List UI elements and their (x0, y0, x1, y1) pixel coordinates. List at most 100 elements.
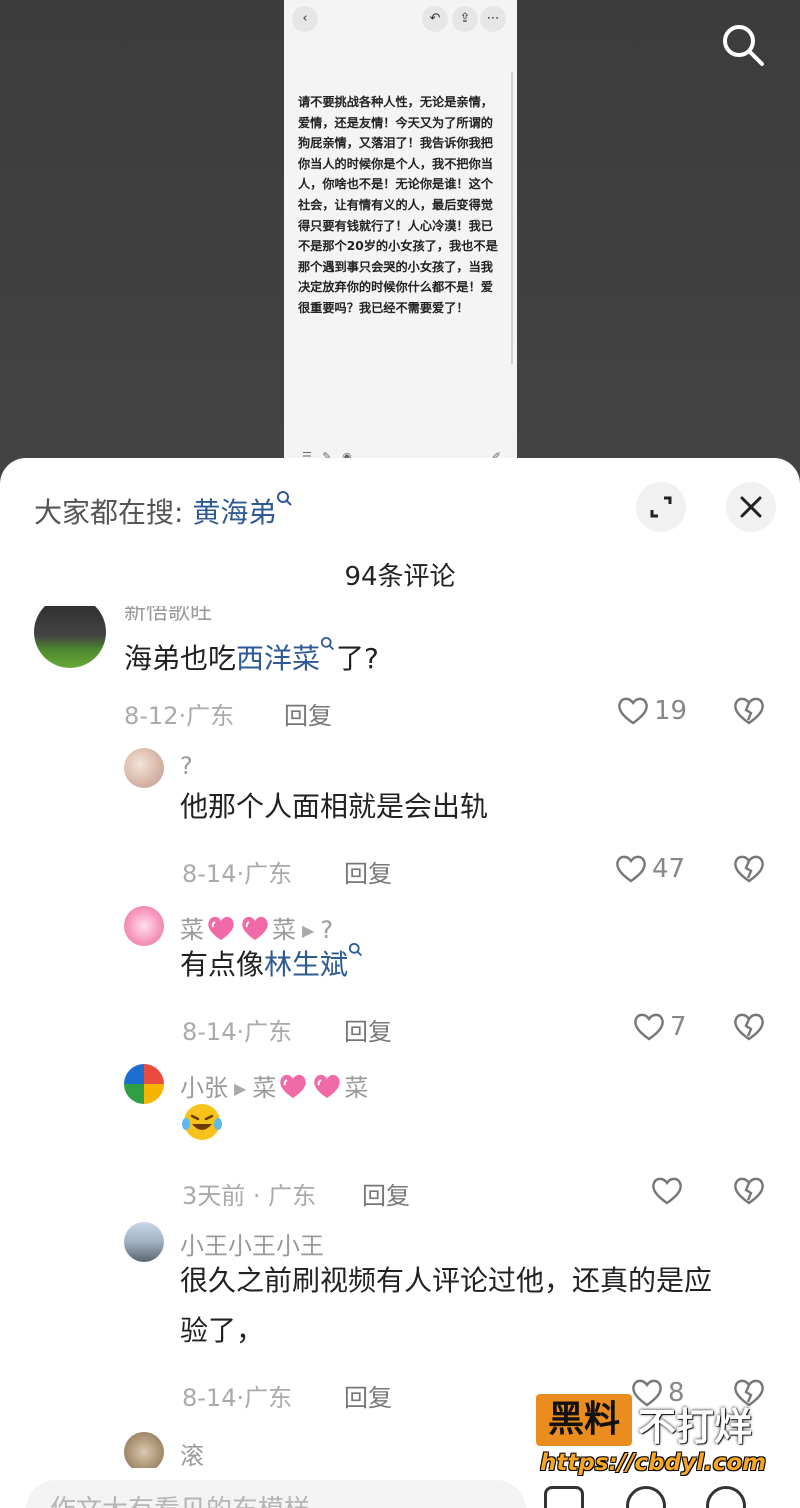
heart-icon (618, 697, 648, 725)
pink-heart-emoji-icon (242, 916, 268, 940)
username-part: 小张 (180, 1074, 228, 1102)
comment-date: 8-14 (182, 1384, 237, 1412)
watermark-url: https://cbdyl.com (540, 1450, 767, 1476)
comment-list[interactable]: 新悟歌旺 海弟也吃西洋菜 了? 8-12·广东 回复 19 ? 他那个人面相就是会… (0, 606, 800, 1468)
like-count: 7 (670, 1012, 687, 1042)
close-icon (740, 496, 762, 518)
comment-username[interactable]: 小张 ▶ 菜 菜 (180, 1068, 368, 1103)
like-button[interactable]: 19 (616, 694, 696, 728)
pink-heart-emoji-icon (208, 916, 234, 940)
comment-date: 8-14 (182, 860, 237, 888)
comment-location: 广东 (268, 1182, 317, 1210)
like-count: 19 (654, 696, 688, 726)
reply-button[interactable]: 回复 (344, 1012, 392, 1047)
comment-location: 广东 (186, 702, 235, 730)
comment-text-part: 有点像 (180, 948, 265, 981)
comment-username[interactable]: 新悟歌旺 (124, 606, 212, 626)
comment-username[interactable]: ? (180, 752, 193, 780)
watermark-slogan: 不打烊 (638, 1405, 753, 1449)
dislike-button[interactable] (732, 694, 766, 728)
expand-button[interactable] (636, 482, 686, 532)
screen: { "video": { "note_text": "请不要挑战各种人性，无论是… (0, 0, 800, 1508)
like-count: 47 (652, 854, 686, 884)
notes-toolbar: ‹ ↶ ⇪ ⋯ (284, 6, 517, 34)
watermark: 黑料 不打烊 https://cbdyl.com (536, 1394, 776, 1484)
laughing-crying-emoji-icon (182, 1104, 222, 1140)
like-button[interactable]: 7 (632, 1010, 692, 1044)
reply-to-username[interactable]: 菜 (344, 1074, 368, 1102)
avatar[interactable] (124, 1064, 164, 1104)
dislike-button[interactable] (732, 852, 766, 886)
broken-heart-icon (734, 1177, 764, 1205)
reply-button[interactable]: 回复 (362, 1176, 410, 1211)
hot-search[interactable]: 大家都在搜: 黄海弟 (34, 490, 294, 531)
heart-icon (634, 1013, 664, 1041)
avatar[interactable] (124, 1432, 164, 1468)
close-button[interactable] (726, 482, 776, 532)
comment-meta: 8-14·广东 (182, 1018, 293, 1046)
reply-arrow-icon: ▶ (234, 1079, 247, 1098)
search-small-icon (277, 491, 293, 506)
note-text: 请不要挑战各种人性，无论是亲情，爱情，还是友情！今天又为了所谓的狗屁亲情，又落泪… (298, 95, 498, 315)
comment-text (180, 1102, 224, 1158)
comment-date: 8-14 (182, 1018, 237, 1046)
note-scrollbar (511, 72, 513, 364)
comment-text-line: 验了， (180, 1314, 265, 1347)
hot-search-prefix: 大家都在搜: (34, 496, 184, 529)
comment-text: 海弟也吃西洋菜 了? (124, 634, 379, 684)
avatar[interactable] (34, 606, 106, 668)
reply-to-username[interactable]: 菜 (252, 1074, 276, 1102)
pink-heart-emoji-icon (280, 1074, 306, 1098)
search-icon[interactable] (720, 22, 766, 68)
video-frame[interactable]: ‹ ↶ ⇪ ⋯ 请不要挑战各种人性，无论是亲情，爱情，还是友情！今天又为了所谓的… (284, 0, 517, 470)
reply-button[interactable]: 回复 (344, 854, 392, 889)
reply-button[interactable]: 回复 (344, 1378, 392, 1413)
comment-text-part: 了? (336, 642, 379, 675)
search-small-icon (348, 942, 362, 957)
emoji-icon[interactable] (706, 1486, 746, 1508)
comment-text: 他那个人面相就是会出轨 (180, 790, 489, 823)
comment-location: 广东 (244, 1018, 293, 1046)
image-icon[interactable] (544, 1486, 584, 1508)
avatar[interactable] (124, 906, 164, 946)
avatar[interactable] (124, 748, 164, 788)
comment-date: 8-12 (124, 702, 179, 730)
reply-button[interactable]: 回复 (284, 696, 332, 731)
broken-heart-icon (734, 855, 764, 883)
comment-text-part: 海弟也吃 (124, 642, 237, 675)
comment-text: 有点像林生斌 (180, 940, 364, 990)
like-button[interactable] (650, 1174, 690, 1208)
comment-username[interactable]: 滚 (180, 1436, 204, 1468)
back-icon: ‹ (292, 6, 318, 32)
more-icon: ⋯ (480, 6, 506, 32)
hot-search-keyword[interactable]: 黄海弟 (192, 496, 276, 529)
comment-meta: 8-14·广东 (182, 1384, 293, 1412)
share-icon: ⇪ (452, 6, 478, 32)
comment-meta: 3天前 · 广东 (182, 1182, 317, 1210)
comment-text: 很久之前刷视频有人评论过他，还真的是应 验了， (180, 1256, 770, 1356)
comment-input[interactable]: 作文大有看见的东模样 (26, 1480, 526, 1508)
comment-keyword-link[interactable]: 林生斌 (264, 948, 348, 981)
comment-text-line: 很久之前刷视频有人评论过他，还真的是应 (180, 1264, 713, 1297)
search-small-icon (320, 636, 334, 651)
comment-meta: 8-12·广东 (124, 702, 235, 730)
heart-icon (616, 855, 646, 883)
at-mention-icon[interactable] (626, 1486, 666, 1508)
comment-location: 广东 (244, 1384, 293, 1412)
broken-heart-icon (734, 697, 764, 725)
like-button[interactable]: 47 (614, 852, 694, 886)
reply-arrow-icon: ▶ (302, 921, 315, 940)
comment-keyword-link[interactable]: 西洋菜 (236, 642, 320, 675)
comment-meta: 8-14·广东 (182, 860, 293, 888)
pink-heart-emoji-icon (314, 1074, 340, 1098)
comment-sheet: 大家都在搜: 黄海弟 94条评论 新悟歌旺 海弟也吃西洋菜 了? 8-12·广东 … (0, 458, 800, 1508)
dislike-button[interactable] (732, 1010, 766, 1044)
broken-heart-icon (734, 1013, 764, 1041)
avatar[interactable] (124, 1222, 164, 1262)
undo-icon: ↶ (422, 6, 448, 32)
comment-count: 94条评论 (344, 562, 456, 592)
expand-icon (650, 496, 672, 518)
comment-date: 3天前 (182, 1182, 246, 1210)
watermark-brand: 黑料 (536, 1394, 632, 1446)
dislike-button[interactable] (732, 1174, 766, 1208)
